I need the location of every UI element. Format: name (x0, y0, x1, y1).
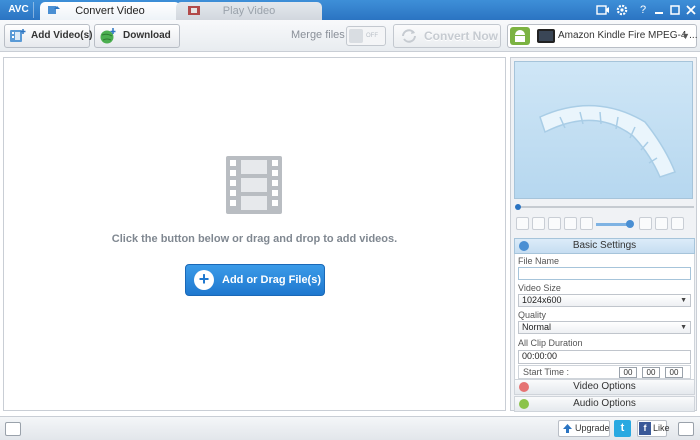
file-name-label: File Name (518, 256, 560, 266)
effects-icon[interactable] (671, 217, 684, 230)
film-strip-icon (226, 156, 282, 214)
clip-duration-label: All Clip Duration (518, 338, 583, 348)
basic-settings-title: Basic Settings (572, 240, 637, 251)
toggle-knob (349, 29, 363, 43)
video-options-title: Video Options (573, 381, 636, 392)
output-profile-label: Amazon Kindle Fire MPEG-4 ... (558, 30, 698, 41)
quality-label: Quality (518, 310, 547, 320)
merge-toggle-state: OFF (366, 33, 378, 39)
file-name-input[interactable] (518, 267, 691, 280)
upgrade-arrow-icon (563, 424, 572, 433)
facebook-icon: f (639, 422, 651, 435)
download-label: Download (123, 30, 171, 41)
basic-settings-panel: File Name Video Size 1024x600 ▼ Quality … (514, 254, 695, 379)
file-drop-area[interactable]: Click the button below or drag and drop … (3, 57, 506, 411)
right-panel: Basic Settings File Name Video Size 1024… (510, 57, 697, 412)
tab-convert-video[interactable]: Convert Video (40, 2, 180, 20)
add-or-drag-files-button[interactable]: + Add or Drag File(s) (185, 264, 325, 296)
play-icon[interactable] (516, 217, 529, 230)
seek-handle[interactable] (515, 204, 521, 210)
title-bar: AVC Convert Video Play Video ? (0, 0, 700, 20)
start-time-label: Start Time : (523, 367, 570, 377)
start-time-minutes[interactable]: 00 (642, 367, 660, 378)
convert-now-label: Convert Now (424, 29, 499, 43)
start-time-hours[interactable]: 00 (619, 367, 637, 378)
plus-icon: + (194, 270, 214, 290)
close-icon[interactable] (684, 3, 698, 17)
toggle-right-panel-icon[interactable] (678, 422, 694, 436)
stop-icon[interactable] (532, 217, 545, 230)
merge-files-toggle[interactable]: OFF (346, 26, 386, 46)
add-or-drag-files-label: Add or Drag File(s) (222, 274, 322, 286)
seek-track (519, 206, 694, 208)
audio-options-header[interactable]: Audio Options (514, 396, 695, 412)
status-bar: Upgrade t f Like (0, 416, 700, 440)
add-videos-button[interactable]: Add Video(s) (4, 24, 93, 48)
download-globe-icon (100, 28, 116, 44)
video-preview (514, 61, 693, 199)
player-controls (514, 215, 693, 233)
help-icon[interactable]: ? (636, 3, 650, 17)
chevron-down-icon: ▼ (680, 297, 687, 304)
film-reel-graphic (539, 104, 676, 178)
crop-icon[interactable] (655, 217, 668, 230)
tab-play-video[interactable]: Play Video (176, 2, 322, 20)
tab-play-video-label: Play Video (222, 5, 276, 17)
basic-settings-header[interactable]: Basic Settings (514, 238, 695, 254)
chevron-down-icon: ▼ (681, 31, 690, 41)
chevron-down-icon: ▼ (680, 324, 687, 331)
bookmark-icon[interactable] (564, 217, 577, 230)
seek-bar[interactable] (515, 204, 694, 210)
toggle-left-panel-icon[interactable] (5, 422, 21, 436)
maximize-icon[interactable] (668, 3, 682, 17)
output-profile-select[interactable]: Amazon Kindle Fire MPEG-4 ... ▼ (507, 24, 698, 48)
audio-options-title: Audio Options (573, 398, 636, 409)
upgrade-label: Upgrade (575, 423, 610, 433)
tab-convert-video-label: Convert Video (75, 5, 145, 17)
tablet-device-icon (537, 29, 555, 43)
start-time-seconds[interactable]: 00 (665, 367, 683, 378)
start-time-row: Start Time : 00 00 00 (518, 365, 691, 379)
convert-now-button[interactable]: Convert Now (393, 24, 501, 48)
screen-recorder-icon[interactable] (596, 3, 610, 17)
video-size-label: Video Size (518, 283, 561, 293)
twitter-icon[interactable]: t (614, 420, 631, 437)
quality-select[interactable]: Normal ▼ (518, 321, 691, 334)
video-size-value: 1024x600 (522, 295, 562, 305)
like-label: Like (653, 423, 670, 433)
video-size-select[interactable]: 1024x600 ▼ (518, 294, 691, 307)
quality-value: Normal (522, 322, 552, 332)
app-logo: AVC (4, 2, 34, 18)
volume-icon[interactable] (580, 217, 593, 230)
snapshot-icon[interactable] (548, 217, 561, 230)
facebook-like-button[interactable]: f Like (637, 420, 670, 437)
add-videos-label: Add Video(s) (31, 30, 93, 41)
merge-files-label: Merge files (291, 29, 345, 41)
upgrade-button[interactable]: Upgrade (558, 420, 610, 437)
drop-hint-text: Click the button below or drag and drop … (111, 233, 398, 245)
download-button[interactable]: Download (94, 24, 180, 48)
fullscreen-icon[interactable] (639, 217, 652, 230)
clip-duration-field: 00:00:00 (518, 350, 691, 364)
add-video-icon (10, 29, 26, 42)
volume-handle[interactable] (626, 220, 634, 228)
settings-gear-icon[interactable] (615, 3, 629, 17)
android-icon (510, 27, 530, 45)
convert-refresh-icon (402, 29, 416, 43)
minimize-icon[interactable] (652, 3, 666, 17)
video-options-header[interactable]: Video Options (514, 379, 695, 395)
